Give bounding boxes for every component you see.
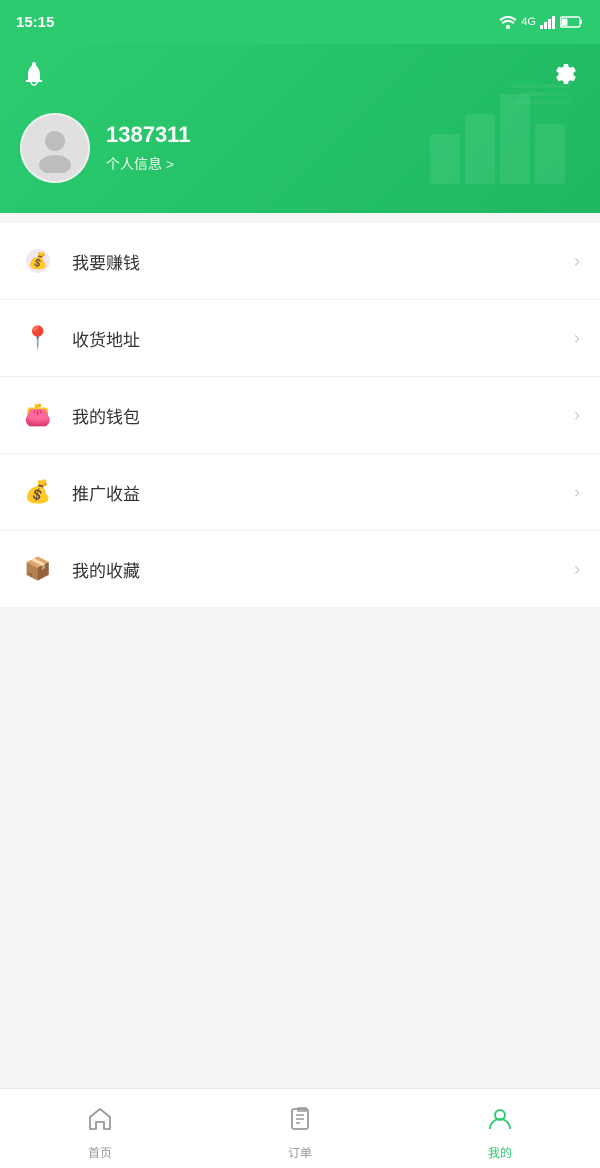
svg-text:💰: 💰 [28,251,48,270]
header-decoration [410,74,590,194]
status-bar: 15:15 4G 20 [0,0,600,44]
tab-orders[interactable]: 订单 [200,1097,400,1161]
shipping-address-label: 收货地址 [72,326,574,351]
my-favorites-label: 我的收藏 [72,557,574,582]
profile-header: 1387311 个人信息 > [0,44,600,213]
home-tab-label: 首页 [88,1144,112,1161]
menu-item-shipping-address[interactable]: 📍 收货地址 › [0,300,600,377]
profile-link[interactable]: 个人信息 > [106,154,190,174]
mine-tab-icon [486,1105,514,1140]
my-wallet-chevron: › [574,405,580,426]
status-icons: 4G 20 [499,15,584,29]
orders-tab-icon [286,1105,314,1140]
my-favorites-icon: 📦 [20,551,56,587]
earn-money-label: 我要赚钱 [72,249,574,274]
tab-bar: 首页 订单 我的 [0,1088,600,1168]
svg-text:👛: 👛 [25,402,51,427]
svg-text:📦: 📦 [25,556,51,581]
earn-money-icon: 💰 [20,243,56,279]
my-wallet-label: 我的钱包 [72,403,574,428]
svg-text:20: 20 [560,21,568,28]
bell-button[interactable] [20,60,48,93]
home-tab-icon [86,1105,114,1140]
username: 1387311 [106,122,190,148]
my-wallet-icon: 👛 [20,397,56,433]
svg-text:📍: 📍 [25,325,51,350]
svg-text:💰: 💰 [25,479,51,505]
menu-item-earn-money[interactable]: 💰 我要赚钱 › [0,223,600,300]
gray-area [0,607,600,887]
network-indicator: 4G [521,16,536,28]
menu-list: 💰 我要赚钱 › 📍 收货地址 › 👛 我的钱包 › 💰 推广收益 › 📦 [0,223,600,607]
mine-tab-label: 我的 [488,1144,512,1161]
promo-earnings-icon: 💰 [20,474,56,510]
shipping-address-icon: 📍 [20,320,56,356]
promo-earnings-label: 推广收益 [72,480,574,505]
avatar [20,113,90,183]
tab-mine[interactable]: 我的 [400,1097,600,1161]
shipping-address-chevron: › [574,328,580,349]
menu-item-promo-earnings[interactable]: 💰 推广收益 › [0,454,600,531]
status-time: 15:15 [16,14,54,31]
earn-money-chevron: › [574,251,580,272]
promo-earnings-chevron: › [574,482,580,503]
tab-home[interactable]: 首页 [0,1097,200,1161]
menu-item-my-wallet[interactable]: 👛 我的钱包 › [0,377,600,454]
menu-item-my-favorites[interactable]: 📦 我的收藏 › [0,531,600,607]
profile-info: 1387311 个人信息 > [106,122,190,174]
my-favorites-chevron: › [574,559,580,580]
orders-tab-label: 订单 [288,1144,312,1161]
